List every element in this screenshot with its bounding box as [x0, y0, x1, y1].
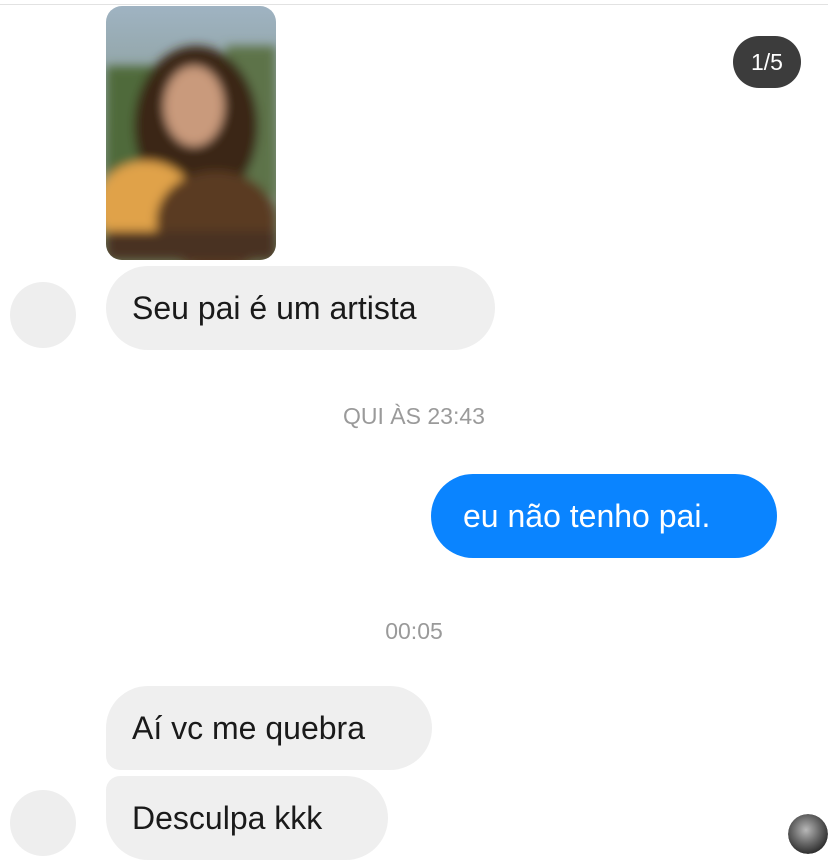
incoming-message-bubble[interactable]: Seu pai é um artista: [106, 266, 495, 350]
message-text: Seu pai é um artista: [132, 289, 417, 326]
divider: [0, 4, 828, 5]
message-timestamp: 00:05: [385, 618, 443, 644]
photo-message[interactable]: [106, 6, 276, 260]
incoming-message-bubble[interactable]: Aí vc me quebra: [106, 686, 432, 770]
sender-avatar[interactable]: [10, 282, 76, 348]
message-text: Aí vc me quebra: [132, 709, 365, 746]
message-timestamp: QUI ÀS 23:43: [343, 403, 485, 429]
outgoing-message-bubble[interactable]: eu não tenho pai.: [431, 474, 777, 558]
seen-indicator-avatar: [788, 814, 828, 854]
message-text: eu não tenho pai.: [463, 497, 711, 534]
sender-avatar[interactable]: [10, 790, 76, 856]
message-text: Desculpa kkk: [132, 799, 323, 836]
chat-screen: 1/5 Seu pai é um artista QUI ÀS 23:43 eu…: [0, 0, 828, 868]
incoming-message-bubble[interactable]: Desculpa kkk: [106, 776, 388, 860]
page-counter-badge: 1/5: [733, 36, 801, 88]
photo-image: [106, 6, 276, 260]
